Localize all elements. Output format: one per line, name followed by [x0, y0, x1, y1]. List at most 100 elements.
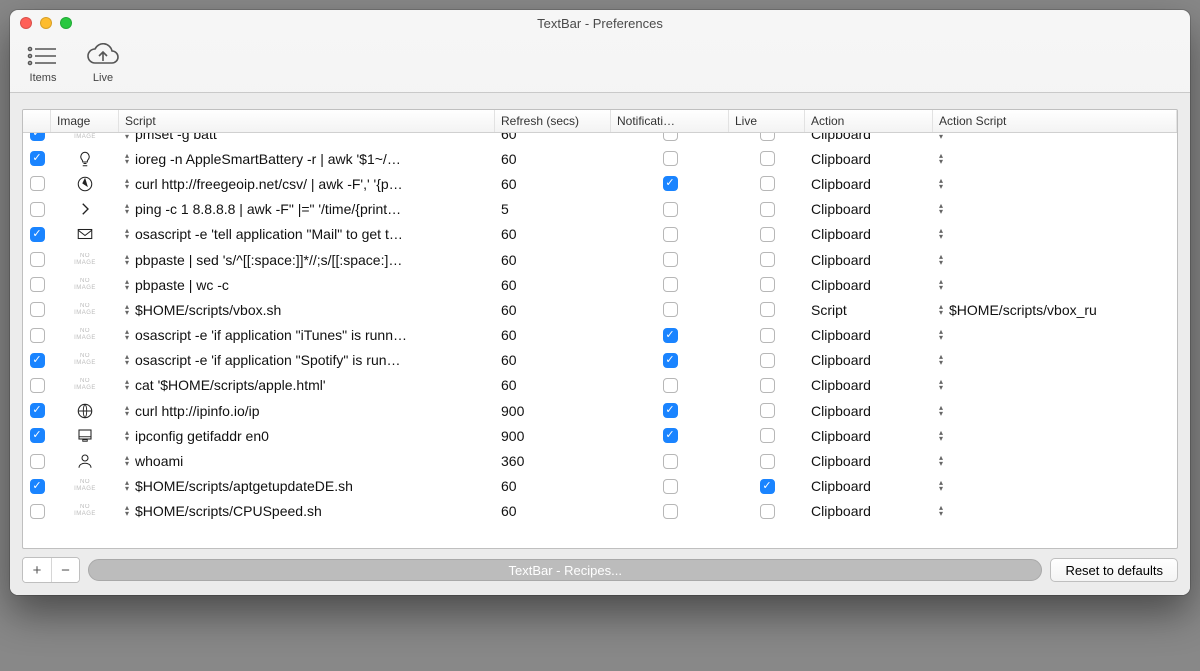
table-row[interactable]: NOIMAGE ▴▾ pmset -g batt 60 Clipboard ▴▾ [23, 133, 1177, 146]
live-checkbox[interactable] [760, 133, 775, 141]
col-notifications[interactable]: Notificati… [611, 110, 729, 132]
refresh-value[interactable]: 60 [495, 377, 611, 393]
table-row[interactable]: NOIMAGE ▴▾ osascript -e 'if application … [23, 323, 1177, 348]
row-image-icon[interactable] [51, 402, 119, 420]
enabled-checkbox[interactable] [30, 202, 45, 217]
enabled-checkbox[interactable] [30, 133, 45, 141]
action-stepper[interactable]: ▴▾ [939, 480, 943, 492]
script-stepper[interactable]: ▴▾ [125, 279, 129, 291]
action-stepper[interactable]: ▴▾ [939, 279, 943, 291]
action-stepper[interactable]: ▴▾ [939, 178, 943, 190]
table-row[interactable]: ▴▾ ioreg -n AppleSmartBattery -r | awk '… [23, 146, 1177, 171]
col-image[interactable]: Image [51, 110, 119, 132]
script-stepper[interactable]: ▴▾ [125, 455, 129, 467]
row-image-icon[interactable]: NOIMAGE [51, 253, 119, 267]
script-stepper[interactable]: ▴▾ [125, 133, 129, 140]
script-stepper[interactable]: ▴▾ [125, 304, 129, 316]
action-stepper[interactable]: ▴▾ [939, 228, 943, 240]
refresh-value[interactable]: 60 [495, 352, 611, 368]
action-stepper[interactable]: ▴▾ [939, 455, 943, 467]
live-checkbox[interactable] [760, 302, 775, 317]
table-row[interactable]: ▴▾ ping -c 1 8.8.8.8 | awk -F" |=" '/tim… [23, 197, 1177, 222]
action-stepper[interactable]: ▴▾ [939, 254, 943, 266]
toolbar-live[interactable]: Live [84, 42, 122, 84]
live-checkbox[interactable] [760, 176, 775, 191]
table-row[interactable]: ▴▾ whoami 360 Clipboard ▴▾ [23, 448, 1177, 473]
table-row[interactable]: ▴▾ osascript -e 'tell application "Mail"… [23, 222, 1177, 247]
script-stepper[interactable]: ▴▾ [125, 430, 129, 442]
notifications-checkbox[interactable] [663, 302, 678, 317]
action-stepper[interactable]: ▴▾ [939, 329, 943, 341]
col-action-script[interactable]: Action Script [933, 110, 1177, 132]
table-row[interactable]: NOIMAGE ▴▾ pbpaste | sed 's/^[[:space:]]… [23, 247, 1177, 272]
row-image-icon[interactable] [51, 150, 119, 168]
live-checkbox[interactable] [760, 504, 775, 519]
notifications-checkbox[interactable] [663, 454, 678, 469]
close-icon[interactable] [20, 17, 32, 29]
action-stepper[interactable]: ▴▾ [939, 304, 943, 316]
enabled-checkbox[interactable] [30, 328, 45, 343]
refresh-value[interactable]: 60 [495, 327, 611, 343]
live-checkbox[interactable] [760, 454, 775, 469]
notifications-checkbox[interactable] [663, 504, 678, 519]
row-image-icon[interactable] [51, 452, 119, 470]
row-image-icon[interactable]: NOIMAGE [51, 278, 119, 292]
script-stepper[interactable]: ▴▾ [125, 505, 129, 517]
row-image-icon[interactable] [51, 225, 119, 243]
action-stepper[interactable]: ▴▾ [939, 354, 943, 366]
enabled-checkbox[interactable] [30, 252, 45, 267]
col-script[interactable]: Script [119, 110, 495, 132]
action-stepper[interactable]: ▴▾ [939, 133, 943, 140]
refresh-value[interactable]: 60 [495, 277, 611, 293]
notifications-checkbox[interactable] [663, 277, 678, 292]
enabled-checkbox[interactable] [30, 151, 45, 166]
enabled-checkbox[interactable] [30, 428, 45, 443]
notifications-checkbox[interactable] [663, 151, 678, 166]
refresh-value[interactable]: 60 [495, 226, 611, 242]
row-image-icon[interactable]: NOIMAGE [51, 133, 119, 141]
row-image-icon[interactable]: NOIMAGE [51, 328, 119, 342]
add-button[interactable]: + [23, 558, 51, 582]
notifications-checkbox[interactable] [663, 227, 678, 242]
enabled-checkbox[interactable] [30, 479, 45, 494]
live-checkbox[interactable] [760, 403, 775, 418]
table-row[interactable]: ▴▾ ipconfig getifaddr en0 900 Clipboard … [23, 423, 1177, 448]
refresh-value[interactable]: 5 [495, 201, 611, 217]
table-row[interactable]: NOIMAGE ▴▾ $HOME/scripts/CPUSpeed.sh 60 … [23, 499, 1177, 524]
script-stepper[interactable]: ▴▾ [125, 203, 129, 215]
script-stepper[interactable]: ▴▾ [125, 254, 129, 266]
action-stepper[interactable]: ▴▾ [939, 405, 943, 417]
enabled-checkbox[interactable] [30, 454, 45, 469]
table-row[interactable]: NOIMAGE ▴▾ $HOME/scripts/vbox.sh 60 Scri… [23, 297, 1177, 322]
toolbar-items[interactable]: Items [24, 42, 62, 84]
enabled-checkbox[interactable] [30, 302, 45, 317]
enabled-checkbox[interactable] [30, 403, 45, 418]
refresh-value[interactable]: 60 [495, 151, 611, 167]
live-checkbox[interactable] [760, 353, 775, 368]
notifications-checkbox[interactable] [663, 353, 678, 368]
row-image-icon[interactable]: NOIMAGE [51, 378, 119, 392]
notifications-checkbox[interactable] [663, 252, 678, 267]
table-body[interactable]: NOIMAGE ▴▾ pmset -g batt 60 Clipboard ▴▾… [23, 133, 1177, 548]
enabled-checkbox[interactable] [30, 176, 45, 191]
row-image-icon[interactable]: NOIMAGE [51, 353, 119, 367]
notifications-checkbox[interactable] [663, 176, 678, 191]
row-image-icon[interactable]: NOIMAGE [51, 303, 119, 317]
live-checkbox[interactable] [760, 277, 775, 292]
script-stepper[interactable]: ▴▾ [125, 480, 129, 492]
recipes-button[interactable]: TextBar - Recipes... [88, 559, 1042, 581]
reset-defaults-button[interactable]: Reset to defaults [1050, 558, 1178, 582]
row-image-icon[interactable]: NOIMAGE [51, 504, 119, 518]
enabled-checkbox[interactable] [30, 504, 45, 519]
action-stepper[interactable]: ▴▾ [939, 505, 943, 517]
script-stepper[interactable]: ▴▾ [125, 228, 129, 240]
action-stepper[interactable]: ▴▾ [939, 203, 943, 215]
notifications-checkbox[interactable] [663, 328, 678, 343]
col-refresh[interactable]: Refresh (secs) [495, 110, 611, 132]
enabled-checkbox[interactable] [30, 378, 45, 393]
table-row[interactable]: ▴▾ curl http://ipinfo.io/ip 900 Clipboar… [23, 398, 1177, 423]
zoom-icon[interactable] [60, 17, 72, 29]
script-stepper[interactable]: ▴▾ [125, 354, 129, 366]
refresh-value[interactable]: 360 [495, 453, 611, 469]
live-checkbox[interactable] [760, 378, 775, 393]
